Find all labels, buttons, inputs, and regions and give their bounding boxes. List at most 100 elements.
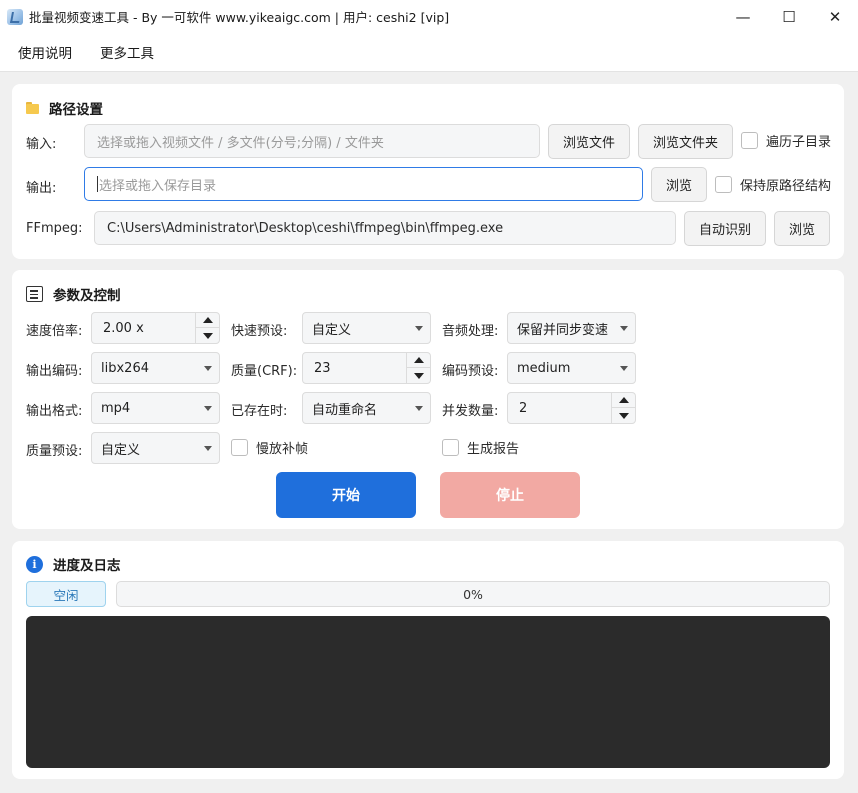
crf-spin-buttons: [406, 353, 430, 383]
report-checkbox-box[interactable]: [442, 439, 459, 456]
codec-label: 输出编码:: [26, 364, 83, 379]
ffmpeg-label: FFmpeg:: [26, 221, 83, 236]
status-badge: 空闲: [26, 581, 106, 607]
recurse-checkbox-box[interactable]: [741, 132, 758, 149]
speed-decrease-button[interactable]: [196, 328, 219, 343]
browse-ffmpeg-button[interactable]: 浏览: [774, 211, 830, 246]
concurrency-value: 2: [519, 400, 528, 416]
crf-decrease-button[interactable]: [407, 368, 430, 383]
auto-detect-button[interactable]: 自动识别: [684, 211, 766, 246]
progress-title-text: 进度及日志: [53, 558, 121, 574]
menu-item-more-tools[interactable]: 更多工具: [100, 42, 154, 62]
quick-preset-label: 快速预设:: [231, 324, 288, 339]
arrow-up-icon: [618, 397, 629, 403]
audio-label: 音频处理:: [442, 324, 499, 339]
close-icon: ✕: [828, 7, 842, 26]
ffmpeg-path-field[interactable]: C:\Users\Administrator\Desktop\ceshi\ffm…: [94, 211, 676, 245]
audio-value: 保留并同步变速: [517, 322, 609, 338]
speed-value: 2.00 x: [103, 320, 144, 336]
text-caret: [97, 176, 98, 192]
chevron-down-icon: [415, 326, 423, 331]
concurrency-spinbox[interactable]: 2: [507, 392, 636, 424]
exists-select[interactable]: 自动重命名: [302, 392, 431, 424]
crf-spinbox[interactable]: 23: [302, 352, 431, 384]
window-controls: — ☐ ✕: [720, 0, 858, 33]
quality-preset-select[interactable]: 自定义: [91, 432, 220, 464]
stop-button[interactable]: 停止: [440, 472, 580, 518]
list-icon: [26, 286, 43, 302]
slow-interp-label: 慢放补帧: [256, 442, 309, 457]
chevron-down-icon: [204, 446, 212, 451]
concurrency-label: 并发数量:: [442, 404, 499, 419]
minimize-button[interactable]: —: [720, 0, 766, 33]
info-icon: i: [26, 555, 43, 573]
concurrency-spin-buttons: [611, 393, 635, 423]
slow-interp-checkbox-box[interactable]: [231, 439, 248, 456]
output-path-placeholder: 选择或拖入保存目录: [99, 178, 217, 194]
chevron-down-icon: [415, 406, 423, 411]
recurse-subdirs-checkbox[interactable]: 遍历子目录: [741, 131, 831, 150]
exists-value: 自动重命名: [312, 402, 378, 418]
concurrency-decrease-button[interactable]: [612, 408, 635, 423]
browse-folder-button[interactable]: 浏览文件夹: [638, 124, 733, 159]
chevron-down-icon: [204, 406, 212, 411]
log-output[interactable]: [26, 616, 830, 768]
minimize-icon: —: [735, 7, 751, 26]
keep-structure-label: 保持原路径结构: [740, 179, 832, 194]
close-button[interactable]: ✕: [812, 0, 858, 33]
keep-structure-checkbox[interactable]: 保持原路径结构: [715, 175, 831, 194]
codec-value: libx264: [101, 360, 149, 376]
menu-bar: 使用说明 更多工具: [0, 33, 858, 72]
quick-preset-select[interactable]: 自定义: [302, 312, 431, 344]
concurrency-increase-button[interactable]: [612, 393, 635, 408]
log-text: [26, 616, 830, 632]
arrow-up-icon: [413, 357, 424, 363]
menu-item-help[interactable]: 使用说明: [18, 42, 72, 62]
window-title: 批量视频变速工具 - By 一可软件 www.yikeaigc.com | 用户…: [29, 10, 450, 25]
progress-bar: 0%: [116, 581, 830, 607]
maximize-button[interactable]: ☐: [766, 0, 812, 33]
crf-increase-button[interactable]: [407, 353, 430, 368]
exists-label: 已存在时:: [231, 404, 288, 419]
codec-select[interactable]: libx264: [91, 352, 220, 384]
keep-structure-checkbox-box[interactable]: [715, 176, 732, 193]
quality-preset-label: 质量预设:: [26, 444, 83, 459]
speed-increase-button[interactable]: [196, 313, 219, 328]
params-section-title: 参数及控制: [26, 284, 121, 304]
params-title-text: 参数及控制: [53, 288, 121, 304]
paths-title-text: 路径设置: [49, 102, 103, 118]
crf-value: 23: [314, 360, 331, 376]
maximize-icon: ☐: [782, 7, 796, 26]
report-checkbox[interactable]: 生成报告: [442, 438, 519, 457]
arrow-up-icon: [202, 317, 213, 323]
progress-percent-text: 0%: [463, 586, 483, 602]
app-logo-icon: [7, 8, 23, 25]
arrow-down-icon: [202, 332, 213, 339]
encoder-preset-select[interactable]: medium: [507, 352, 636, 384]
crf-label: 质量(CRF):: [231, 364, 298, 379]
output-path-field[interactable]: 选择或拖入保存目录: [84, 167, 643, 201]
input-label: 输入:: [26, 137, 57, 152]
audio-select[interactable]: 保留并同步变速: [507, 312, 636, 344]
params-card: 参数及控制 速度倍率: 2.00 x 快速预设: 自定义 音频处理: 保留并同步…: [12, 270, 844, 529]
encoder-preset-label: 编码预设:: [442, 364, 499, 379]
browse-output-button[interactable]: 浏览: [651, 167, 707, 202]
input-path-field[interactable]: 选择或拖入视频文件 / 多文件(分号;分隔) / 文件夹: [84, 124, 540, 158]
paths-section-title: 路径设置: [26, 98, 103, 118]
encoder-preset-value: medium: [517, 360, 571, 376]
output-label: 输出:: [26, 181, 57, 196]
arrow-down-icon: [413, 372, 424, 379]
report-label: 生成报告: [467, 442, 520, 457]
format-value: mp4: [101, 400, 131, 416]
progress-section-title: i 进度及日志: [26, 554, 121, 574]
folder-icon: [26, 102, 39, 114]
format-select[interactable]: mp4: [91, 392, 220, 424]
arrow-down-icon: [618, 412, 629, 419]
speed-spin-buttons: [195, 313, 219, 343]
title-bar: 批量视频变速工具 - By 一可软件 www.yikeaigc.com | 用户…: [0, 0, 858, 33]
slow-interp-checkbox[interactable]: 慢放补帧: [231, 438, 308, 457]
browse-file-button[interactable]: 浏览文件: [548, 124, 630, 159]
start-button[interactable]: 开始: [276, 472, 416, 518]
format-label: 输出格式:: [26, 404, 83, 419]
speed-spinbox[interactable]: 2.00 x: [91, 312, 220, 344]
